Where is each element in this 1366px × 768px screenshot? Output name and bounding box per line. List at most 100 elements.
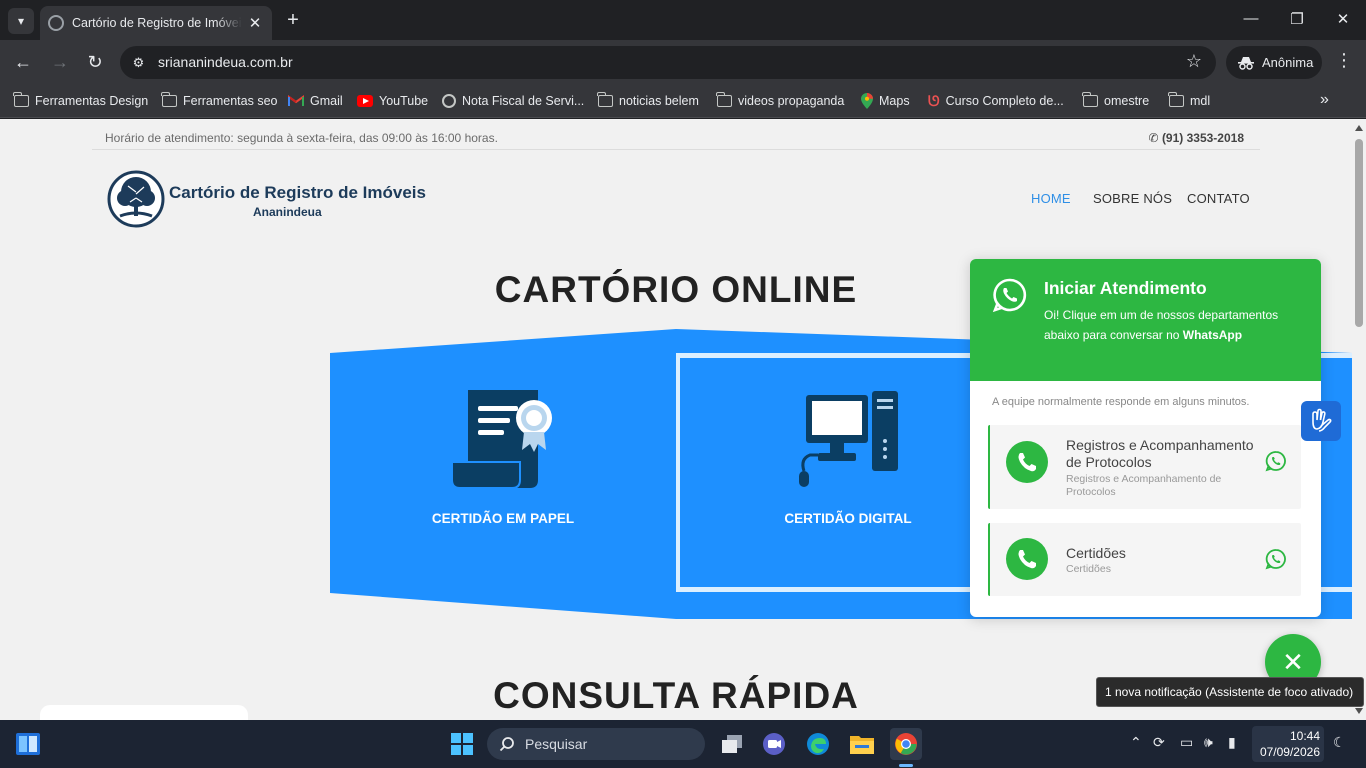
phone-number[interactable]: ✆ (91) 3353-2018	[1149, 131, 1244, 145]
network-icon[interactable]: ▭	[1180, 734, 1193, 751]
bookmark-ferramentas-seo[interactable]: Ferramentas seo	[161, 92, 278, 110]
dept-name: Registros e Acompanhamento de Protocolos	[1066, 437, 1254, 470]
file-explorer-button[interactable]	[846, 728, 878, 760]
url-text[interactable]: sriananindeua.com.br	[158, 54, 293, 70]
bottom-white-panel	[40, 705, 248, 720]
whatsapp-chat-popup: Iniciar Atendimento Oi! Clique em um de …	[970, 259, 1321, 617]
bookmark-curso-completo[interactable]: ᘎ Curso Completo de...	[928, 92, 1064, 110]
tab-search-button[interactable]: ▾	[8, 8, 34, 34]
teams-icon	[763, 733, 785, 755]
bookmark-noticias-belem[interactable]: noticias belem	[597, 92, 699, 110]
profile-label: Anônima	[1262, 55, 1314, 70]
focus-assist-moon-icon[interactable]: ☾	[1333, 734, 1346, 751]
header-divider	[92, 149, 1260, 150]
bookmark-nota-fiscal[interactable]: Nota Fiscal de Servi...	[442, 92, 584, 110]
taskbar-search[interactable]: Pesquisar	[487, 728, 705, 760]
bookmark-label: Maps	[879, 94, 910, 108]
teams-app-button[interactable]	[758, 728, 790, 760]
folder-icon	[1082, 92, 1098, 107]
bookmark-youtube[interactable]: YouTube	[357, 92, 428, 110]
widgets-icon[interactable]	[16, 733, 40, 755]
folder-icon	[1168, 92, 1184, 107]
browser-tab[interactable]: Cartório de Registro de Imóveis ✕	[40, 6, 272, 40]
close-window-icon[interactable]: ✕	[1333, 10, 1353, 28]
tab-loading-icon	[48, 15, 64, 31]
bookmark-label: Ferramentas seo	[183, 94, 278, 108]
phone-icon	[1018, 550, 1036, 569]
windows-start-icon[interactable]	[450, 732, 474, 756]
whatsapp-icon	[1265, 451, 1286, 472]
bookmark-star-icon[interactable]: ☆	[1186, 51, 1202, 72]
scroll-down-icon[interactable]	[1355, 708, 1363, 714]
address-bar[interactable]: ⚙ sriananindeua.com.br ☆	[120, 46, 1216, 79]
clock-time: 10:44	[1289, 729, 1320, 743]
taskbar-clock[interactable]: 10:44 07/09/2026	[1252, 726, 1324, 762]
dept-subtitle: Registros e Acompanhamento de Protocolos	[1066, 473, 1222, 498]
logo-title[interactable]: Cartório de Registro de Imóveis	[169, 183, 426, 203]
scroll-up-icon[interactable]	[1355, 125, 1363, 131]
bookmark-label: Ferramentas Design	[35, 94, 149, 108]
computer-icon	[799, 391, 898, 487]
bookmark-label: Curso Completo de...	[945, 94, 1064, 108]
nav-home[interactable]: HOME	[1031, 191, 1071, 206]
nav-sobre-nos[interactable]: SOBRE NÓS	[1093, 191, 1172, 206]
logo-subtitle[interactable]: Ananindeua	[253, 205, 322, 219]
phone-text: (91) 3353-2018	[1161, 131, 1244, 145]
tab-title: Cartório de Registro de Imóveis	[72, 16, 242, 30]
page-scrollbar[interactable]	[1352, 119, 1366, 720]
dept-avatar	[1006, 441, 1048, 483]
sync-alert-icon[interactable]: ⟳	[1153, 734, 1165, 751]
chrome-app-button[interactable]	[890, 728, 922, 760]
task-view-icon	[722, 735, 742, 753]
folder-icon	[716, 92, 732, 107]
bookmark-videos-propaganda[interactable]: videos propaganda	[716, 92, 844, 110]
response-time-note: A equipe normalmente responde em alguns …	[992, 396, 1250, 408]
chrome-icon	[895, 733, 917, 755]
folder-icon	[597, 92, 613, 107]
dept-name: Certidões	[1066, 545, 1126, 561]
edge-icon	[807, 733, 829, 755]
card-certidao-digital[interactable]: CERTIDÃO DIGITAL	[676, 353, 970, 617]
browser-menu-icon[interactable]: ⋮	[1334, 50, 1354, 71]
card-certidao-papel[interactable]: CERTIDÃO EM PAPEL	[330, 353, 676, 617]
card-digital-label: CERTIDÃO DIGITAL	[784, 511, 912, 526]
notification-toast[interactable]: 1 nova notificação (Assistente de foco a…	[1096, 677, 1364, 707]
whatsapp-dept-certidoes[interactable]: Certidões Certidões	[988, 523, 1301, 596]
reload-icon[interactable]: ↻	[83, 50, 107, 74]
bookmark-label: Gmail	[310, 94, 343, 108]
youtube-icon	[357, 95, 373, 107]
battery-icon[interactable]: ▮	[1228, 734, 1236, 751]
incognito-profile-button[interactable]: Anônima	[1226, 46, 1322, 79]
tree-logo-icon[interactable]	[106, 170, 166, 228]
new-tab-button[interactable]: +	[283, 8, 303, 32]
whatsapp-icon	[1265, 549, 1286, 570]
incognito-icon	[1238, 56, 1254, 70]
browser-toolbar: ← → ↻ ⚙ sriananindeua.com.br ☆ Anônima ⋮	[0, 40, 1366, 84]
whatsapp-popup-description: Oi! Clique em um de nossos departamentos…	[1044, 308, 1279, 342]
minimize-icon[interactable]: —	[1241, 10, 1261, 27]
bookmark-gmail[interactable]: Gmail	[288, 92, 343, 110]
bookmark-omestre[interactable]: omestre	[1082, 92, 1149, 110]
vlibras-accessibility-button[interactable]	[1301, 401, 1341, 441]
back-icon[interactable]: ←	[11, 50, 35, 74]
search-icon	[499, 737, 514, 752]
task-view-button[interactable]	[716, 728, 748, 760]
edge-app-button[interactable]	[802, 728, 834, 760]
scrollbar-thumb[interactable]	[1355, 139, 1363, 327]
folder-icon	[13, 92, 29, 107]
bookmark-maps[interactable]: Maps	[861, 92, 910, 110]
forward-icon[interactable]: →	[48, 50, 72, 74]
bookmark-mdl[interactable]: mdl	[1168, 92, 1210, 110]
tab-close-icon[interactable]: ✕	[246, 14, 264, 32]
bookmark-ferramentas-design[interactable]: Ferramentas Design	[13, 92, 149, 110]
site-info-icon[interactable]: ⚙	[130, 54, 147, 71]
restore-icon[interactable]: ❐	[1287, 10, 1307, 28]
nav-contato[interactable]: CONTATO	[1187, 191, 1250, 206]
tray-overflow-icon[interactable]: ⌃	[1130, 734, 1142, 751]
globe-icon	[442, 94, 456, 108]
volume-icon[interactable]: 🕪	[1204, 734, 1213, 751]
whatsapp-dept-registros[interactable]: Registros e Acompanhamento de Protocolos…	[988, 425, 1301, 509]
bookmarks-bar: Ferramentas Design Ferramentas seo Gmail…	[0, 84, 1366, 118]
bookmarks-overflow-icon[interactable]: »	[1320, 91, 1329, 109]
web-page: Horário de atendimento: segunda à sexta-…	[0, 119, 1352, 720]
